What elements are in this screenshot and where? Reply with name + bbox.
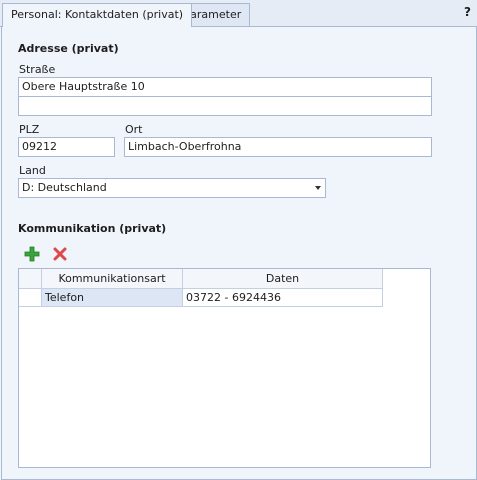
tab-kontaktdaten-label: Personal: Kontaktdaten (privat) [11, 8, 184, 21]
zip-input[interactable]: 09212 [18, 137, 115, 157]
column-header-daten[interactable]: Daten [183, 269, 383, 289]
street-line1-input[interactable]: Obere Hauptstraße 10 [18, 77, 432, 97]
tab-kontaktdaten[interactable]: Personal: Kontaktdaten (privat) [2, 3, 193, 27]
tab-bar: Personal: Kontaktdaten (privat) Paramete… [0, 0, 477, 27]
x-icon[interactable] [52, 246, 68, 262]
cell-daten[interactable]: 03722 - 6924436 [183, 289, 383, 307]
street-line2-input[interactable] [18, 96, 432, 116]
communication-heading: Kommunikation (privat) [18, 222, 167, 235]
row-indicator[interactable] [19, 289, 42, 307]
tab-parameter-label: Parameter [184, 8, 242, 21]
country-select[interactable]: D: Deutschland [18, 178, 326, 198]
column-header-kommunikationsart[interactable]: Kommunikationsart [42, 269, 183, 289]
street-label: Straße [19, 63, 56, 76]
help-button[interactable]: ? [464, 5, 471, 19]
address-heading: Adresse (privat) [18, 42, 119, 55]
plus-icon[interactable] [24, 246, 40, 262]
country-label: Land [19, 164, 46, 177]
chevron-down-icon[interactable] [315, 186, 321, 190]
country-select-value: D: Deutschland [22, 181, 107, 194]
city-input[interactable]: Limbach-Oberfrohna [124, 137, 432, 157]
city-label: Ort [125, 123, 143, 136]
communication-grid[interactable]: Kommunikationsart Daten Telefon 03722 - … [18, 268, 431, 468]
zip-label: PLZ [19, 123, 40, 136]
grid-row-indicator-header [19, 269, 42, 289]
cell-kommunikationsart[interactable]: Telefon [42, 289, 183, 307]
